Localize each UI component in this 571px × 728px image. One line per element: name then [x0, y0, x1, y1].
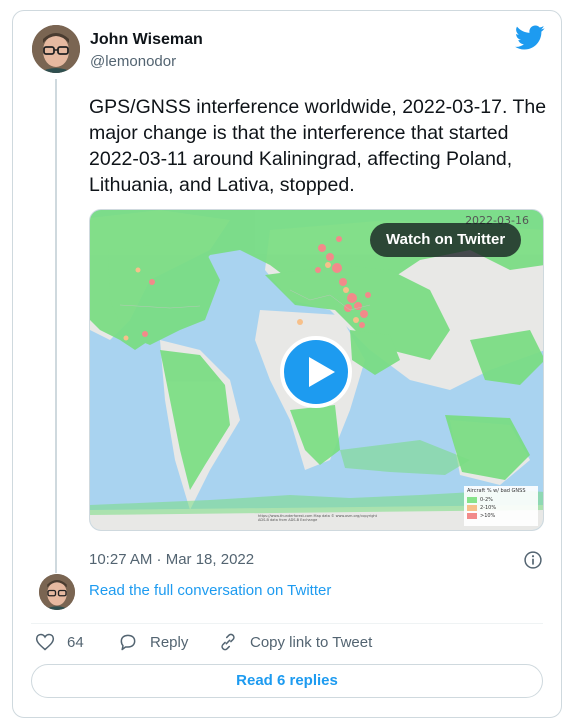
tweet-text: GPS/GNSS interference worldwide, 2022-03… — [89, 96, 547, 196]
legend-label: 2-10% — [480, 505, 497, 511]
legend-swatch — [467, 505, 477, 511]
legend-item: >10% — [467, 512, 535, 520]
embedded-tweet-card: John Wiseman @lemonodor GPS/GNSS interfe… — [12, 10, 562, 718]
map-legend: Aircraft % w/ bad GNSS 0-2% 2-10% >10% — [464, 486, 538, 526]
map-credit: https://www.thunderforest.com Map data ©… — [258, 514, 378, 522]
author-name[interactable]: John Wiseman — [90, 31, 203, 49]
tweet-video[interactable]: 2022-03-16 Watch on Twitter Aircraft % w… — [89, 209, 544, 531]
divider — [31, 623, 543, 624]
legend-swatch — [467, 497, 477, 503]
reply-button[interactable]: Reply — [118, 630, 188, 654]
read-conversation-link[interactable]: Read the full conversation on Twitter — [89, 582, 331, 599]
legend-item: 0-2% — [467, 496, 535, 504]
legend-label: 0-2% — [480, 497, 493, 503]
legend-title: Aircraft % w/ bad GNSS — [467, 488, 526, 494]
copy-link-button[interactable]: Copy link to Tweet — [218, 630, 372, 654]
legend-item: 2-10% — [467, 504, 535, 512]
author-avatar[interactable] — [32, 25, 80, 73]
watch-on-twitter-button[interactable]: Watch on Twitter — [370, 223, 522, 257]
like-button[interactable]: 64 — [35, 630, 84, 654]
legend-label: >10% — [480, 513, 496, 519]
author-handle[interactable]: @lemonodor — [90, 53, 176, 70]
legend-swatch — [467, 513, 477, 519]
reply-icon — [120, 634, 136, 651]
like-count: 64 — [67, 633, 84, 651]
copy-link-label: Copy link to Tweet — [250, 633, 373, 651]
play-video-button[interactable] — [280, 336, 352, 408]
thread-line — [55, 79, 57, 573]
read-replies-button[interactable]: Read 6 replies — [31, 664, 543, 698]
twitter-bird-icon[interactable] — [515, 25, 545, 51]
link-icon — [221, 633, 235, 651]
info-icon[interactable] — [523, 550, 543, 570]
heart-icon — [35, 633, 55, 651]
conversation-avatar[interactable] — [39, 574, 75, 610]
reply-label: Reply — [150, 633, 189, 651]
tweet-timestamp[interactable]: 10:27 AM · Mar 18, 2022 — [89, 551, 254, 568]
